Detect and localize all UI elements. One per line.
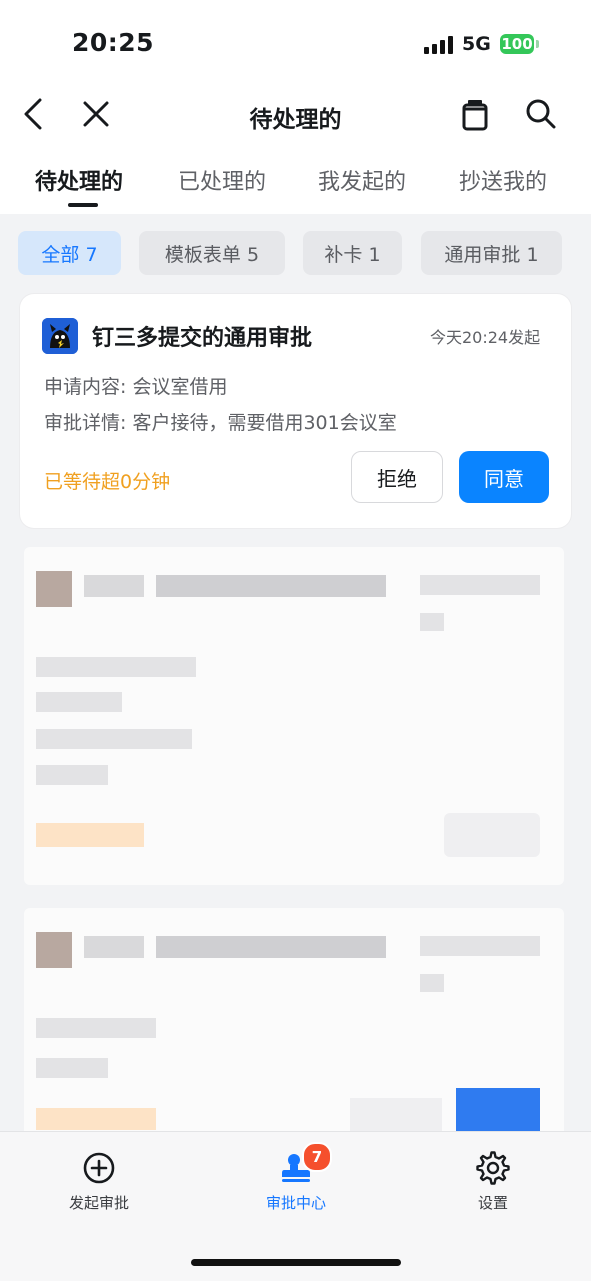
tabbar-label: 设置 — [477, 1194, 508, 1212]
card-content-line: 申请内容: 会议室借用 — [44, 376, 228, 398]
tab-pending[interactable]: 待处理的 — [35, 164, 123, 196]
notification-badge: 7 — [302, 1142, 332, 1172]
tabbar-approval-center[interactable]: 审批中心 — [236, 1150, 356, 1213]
wait-duration: 已等待超0分钟 — [44, 471, 171, 493]
tabbar-label: 审批中心 — [265, 1194, 326, 1212]
tabbar-start-approval[interactable]: 发起审批 — [39, 1150, 159, 1213]
card-time: 今天20:24发起 — [430, 328, 541, 347]
card-title: 钉三多提交的通用审批 — [92, 326, 313, 351]
active-tab-indicator — [68, 203, 98, 207]
avatar — [42, 318, 78, 354]
blurred-approval-card[interactable] — [24, 908, 564, 1148]
gear-icon — [476, 1151, 510, 1185]
page-title: 待处理的 — [249, 107, 342, 133]
clipboard-icon[interactable] — [457, 96, 493, 132]
tabbar-label: 发起审批 — [68, 1194, 129, 1212]
filter-all[interactable]: 全部 7 — [18, 231, 121, 275]
card-detail-line: 审批详情: 客户接待，需要借用301会议室 — [44, 412, 397, 434]
filter-template-form[interactable]: 模板表单 5 — [139, 231, 285, 275]
battery-icon: 100 — [500, 34, 534, 54]
filter-general-approval[interactable]: 通用审批 1 — [421, 231, 562, 275]
tab-initiated[interactable]: 我发起的 — [318, 164, 406, 196]
agree-button[interactable]: 同意 — [459, 451, 549, 503]
signal-icon — [424, 36, 454, 54]
reject-button[interactable]: 拒绝 — [351, 451, 443, 503]
battery-tip — [536, 40, 539, 48]
search-icon[interactable] — [523, 96, 559, 132]
network-label: 5G — [462, 33, 491, 55]
plus-circle-icon — [83, 1152, 115, 1184]
status-time: 20:25 — [72, 28, 155, 57]
tab-cc-me[interactable]: 抄送我的 — [459, 164, 547, 196]
blurred-approval-card[interactable] — [24, 547, 564, 885]
tabbar-settings[interactable]: 设置 — [433, 1150, 553, 1213]
filter-clock-fix[interactable]: 补卡 1 — [303, 231, 402, 275]
tab-processed[interactable]: 已处理的 — [178, 164, 266, 196]
home-indicator — [191, 1259, 401, 1266]
